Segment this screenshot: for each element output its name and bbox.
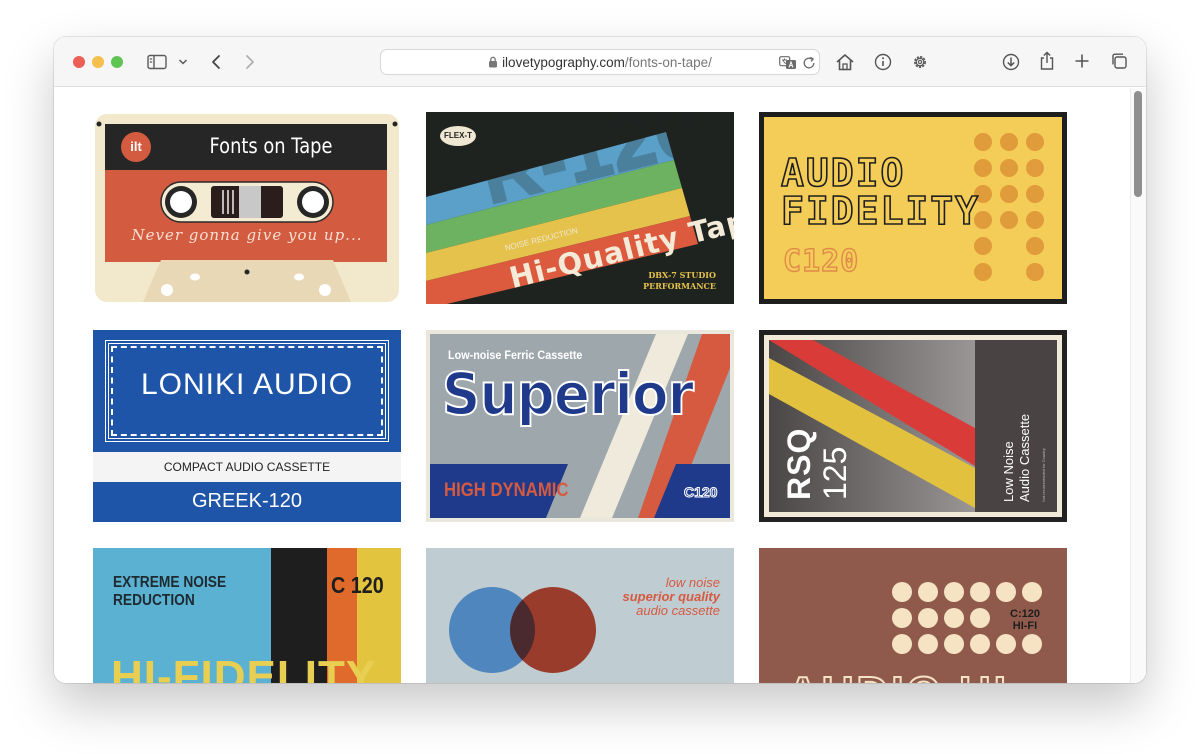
low-noise-label: Low Noise Audio Cassette xyxy=(1001,413,1032,502)
share-icon xyxy=(1040,51,1054,70)
chevron-down-icon xyxy=(178,59,188,65)
browser-toolbar: ilovetypography.com/fonts-on-tape/ xyxy=(54,37,1146,87)
card-title: LONIKI AUDIO xyxy=(140,368,354,401)
sidebar-icon xyxy=(147,54,167,70)
url-domain: ilovetypography.com xyxy=(502,55,625,70)
card-r120[interactable]: FLEX-T R-120 NOISE REDUCTION Hi-Quality … xyxy=(426,112,734,304)
ilt-logo: ilt xyxy=(121,132,151,162)
tab-overview-button[interactable] xyxy=(1108,50,1130,72)
back-icon xyxy=(212,55,220,69)
card-title: Fonts on Tape xyxy=(209,134,333,158)
translate-button[interactable] xyxy=(778,54,798,72)
c120-hifi-label: C:120 HI-FI xyxy=(1010,608,1040,632)
translate-icon xyxy=(779,56,796,69)
home-icon xyxy=(836,54,854,71)
card-big-title: Superior xyxy=(441,359,695,429)
model-label: GREEK-120 xyxy=(191,490,303,512)
zoom-window-button[interactable] xyxy=(111,56,123,68)
download-icon xyxy=(1002,53,1020,71)
forward-icon xyxy=(246,55,254,69)
card-subtitle: COMPACT AUDIO CASSETTE xyxy=(163,460,331,474)
scrollbar-thumb[interactable] xyxy=(1134,91,1142,197)
new-tab-button[interactable] xyxy=(1071,50,1093,72)
page-content: ilt Fonts on Tape Never gonna give you u… xyxy=(54,88,1146,683)
vertical-scrollbar[interactable] xyxy=(1130,88,1146,683)
card-audio-fidelity[interactable]: AUDIO FIDELITY C120 xyxy=(759,112,1067,304)
gear-icon xyxy=(914,56,926,68)
sidebar-toggle-button[interactable] xyxy=(146,52,168,72)
rsq-label: RSQ xyxy=(781,427,817,500)
reload-icon xyxy=(803,56,815,69)
card-low-noise[interactable]: low noise superior quality audio cassett… xyxy=(426,548,734,683)
downloads-button[interactable] xyxy=(999,50,1023,74)
settings-button[interactable] xyxy=(908,50,932,74)
card-superior[interactable]: Low-noise Ferric Cassette Superior HIGH … xyxy=(426,330,734,522)
url-text: ilovetypography.com/fonts-on-tape/ xyxy=(381,55,819,70)
share-button[interactable] xyxy=(1036,49,1058,73)
tabs-icon xyxy=(1112,53,1127,69)
model-c120: C120 xyxy=(782,243,860,279)
info-icon xyxy=(874,53,892,71)
card-extreme-noise[interactable]: EXTREME NOISE REDUCTION C 120 HI-FIDELIT… xyxy=(93,548,401,683)
close-window-button[interactable] xyxy=(73,56,85,68)
audio-hi-title: AUDIO HI xyxy=(786,667,1009,683)
rsq-number: 125 xyxy=(817,446,853,500)
high-dynamic-label: HIGH DYNAMIC xyxy=(444,480,569,501)
home-button[interactable] xyxy=(833,50,857,74)
flex-t-badge: FLEX-T xyxy=(440,126,476,146)
hi-fidelity-title: HI-FIDELITY xyxy=(111,652,377,683)
audio-fidelity-title: AUDIO FIDELITY xyxy=(780,151,981,233)
back-button[interactable] xyxy=(206,51,226,73)
model-label: C120 xyxy=(683,484,718,501)
forward-button[interactable] xyxy=(240,51,260,73)
model-label: C 120 xyxy=(331,572,384,598)
studio-label: DBX-7 STUDIO PERFORMANCE xyxy=(643,270,716,291)
plus-icon xyxy=(1075,54,1089,68)
minimize-window-button[interactable] xyxy=(92,56,104,68)
sidebar-menu-button[interactable] xyxy=(177,56,189,68)
address-bar[interactable]: ilovetypography.com/fonts-on-tape/ xyxy=(380,49,820,75)
lock-icon xyxy=(489,56,498,68)
extreme-noise-label: EXTREME NOISE REDUCTION xyxy=(113,574,227,609)
card-script: Never gonna give you up... xyxy=(131,226,363,244)
url-path: /fonts-on-tape/ xyxy=(624,55,712,70)
card-audio-hi[interactable]: C:120 HI-FI AUDIO HI xyxy=(759,548,1067,683)
reload-button[interactable] xyxy=(800,54,818,72)
low-noise-text: low noise superior quality audio cassett… xyxy=(622,575,720,618)
card-loniki-audio[interactable]: LONIKI AUDIO COMPACT AUDIO CASSETTE GREE… xyxy=(93,330,401,522)
card-rsq-125[interactable]: RSQ 125 Low Noise Audio Cassette Not rec… xyxy=(759,330,1067,522)
browser-window: ilovetypography.com/fonts-on-tape/ ilt F… xyxy=(54,37,1146,683)
card-fonts-on-tape[interactable]: ilt Fonts on Tape Never gonna give you u… xyxy=(93,112,401,304)
fine-print: Not recommended for Country xyxy=(1041,448,1046,502)
info-button[interactable] xyxy=(871,50,895,74)
